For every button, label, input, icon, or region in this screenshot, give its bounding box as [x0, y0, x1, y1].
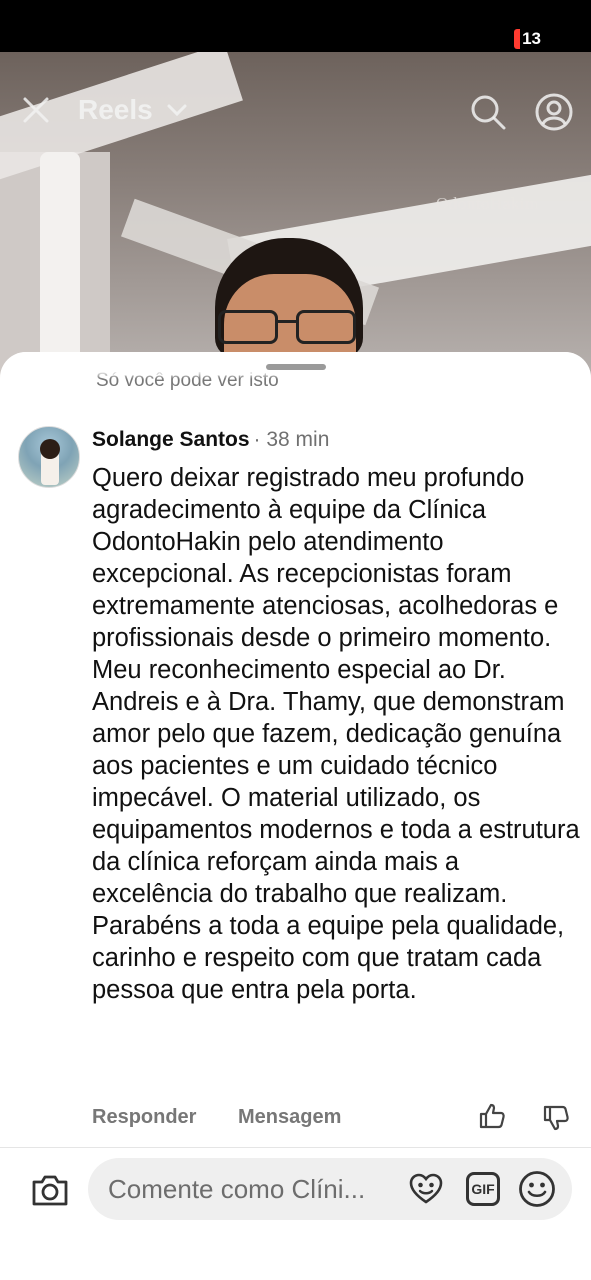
avatar[interactable]	[18, 426, 80, 488]
comment-actions: Responder Mensagem	[92, 1103, 582, 1136]
reel-video[interactable]: Reels OdontoHakim	[0, 52, 591, 382]
heart-eyes-sticker-icon[interactable]	[408, 1172, 444, 1206]
drag-handle[interactable]	[266, 364, 326, 370]
gif-icon[interactable]: GIF	[466, 1172, 500, 1206]
chevron-down-icon[interactable]	[166, 102, 188, 118]
video-person-glasses	[218, 310, 358, 346]
comment-author[interactable]: Solange Santos	[92, 428, 250, 451]
comment-paragraph: Quero deixar registrado meu profundo agr…	[92, 464, 559, 652]
brand-logo: OdontoHakim	[436, 194, 539, 213]
battery-indicator: 13	[514, 28, 541, 50]
reply-button[interactable]: Responder	[92, 1106, 196, 1129]
close-icon[interactable]	[22, 96, 50, 124]
comment-author-line: Solange Santos · 38 min	[92, 428, 329, 452]
profile-icon[interactable]	[534, 92, 574, 132]
battery-level: 13	[522, 29, 541, 48]
thumbs-up-icon[interactable]	[478, 1102, 506, 1130]
comment-text: Quero deixar registrado meu profundo agr…	[92, 462, 582, 1006]
search-icon[interactable]	[468, 92, 508, 132]
comments-sheet: Só você pode ver isto Solange Santos · 38…	[0, 352, 591, 1280]
composer-divider	[0, 1147, 591, 1148]
video-post	[40, 152, 80, 382]
message-button[interactable]: Mensagem	[238, 1106, 341, 1129]
thumbs-down-icon[interactable]	[542, 1104, 570, 1132]
emoji-icon[interactable]	[518, 1170, 556, 1208]
comment-time: · 38 min	[253, 428, 330, 451]
camera-icon[interactable]	[30, 1172, 70, 1208]
reels-header: Reels	[0, 80, 591, 142]
comment-paragraph: Meu reconhecimento especial ao Dr. Andre…	[92, 656, 580, 908]
battery-fill	[514, 29, 521, 49]
comment-input[interactable]: Comente como Clíni... GIF	[88, 1158, 572, 1220]
comment-input-placeholder: Comente como Clíni...	[108, 1174, 366, 1204]
reels-title[interactable]: Reels	[78, 94, 153, 126]
comment-paragraph: Parabéns a toda a equipe pela qualidade,…	[92, 912, 565, 1004]
status-bar: 13	[0, 0, 591, 52]
